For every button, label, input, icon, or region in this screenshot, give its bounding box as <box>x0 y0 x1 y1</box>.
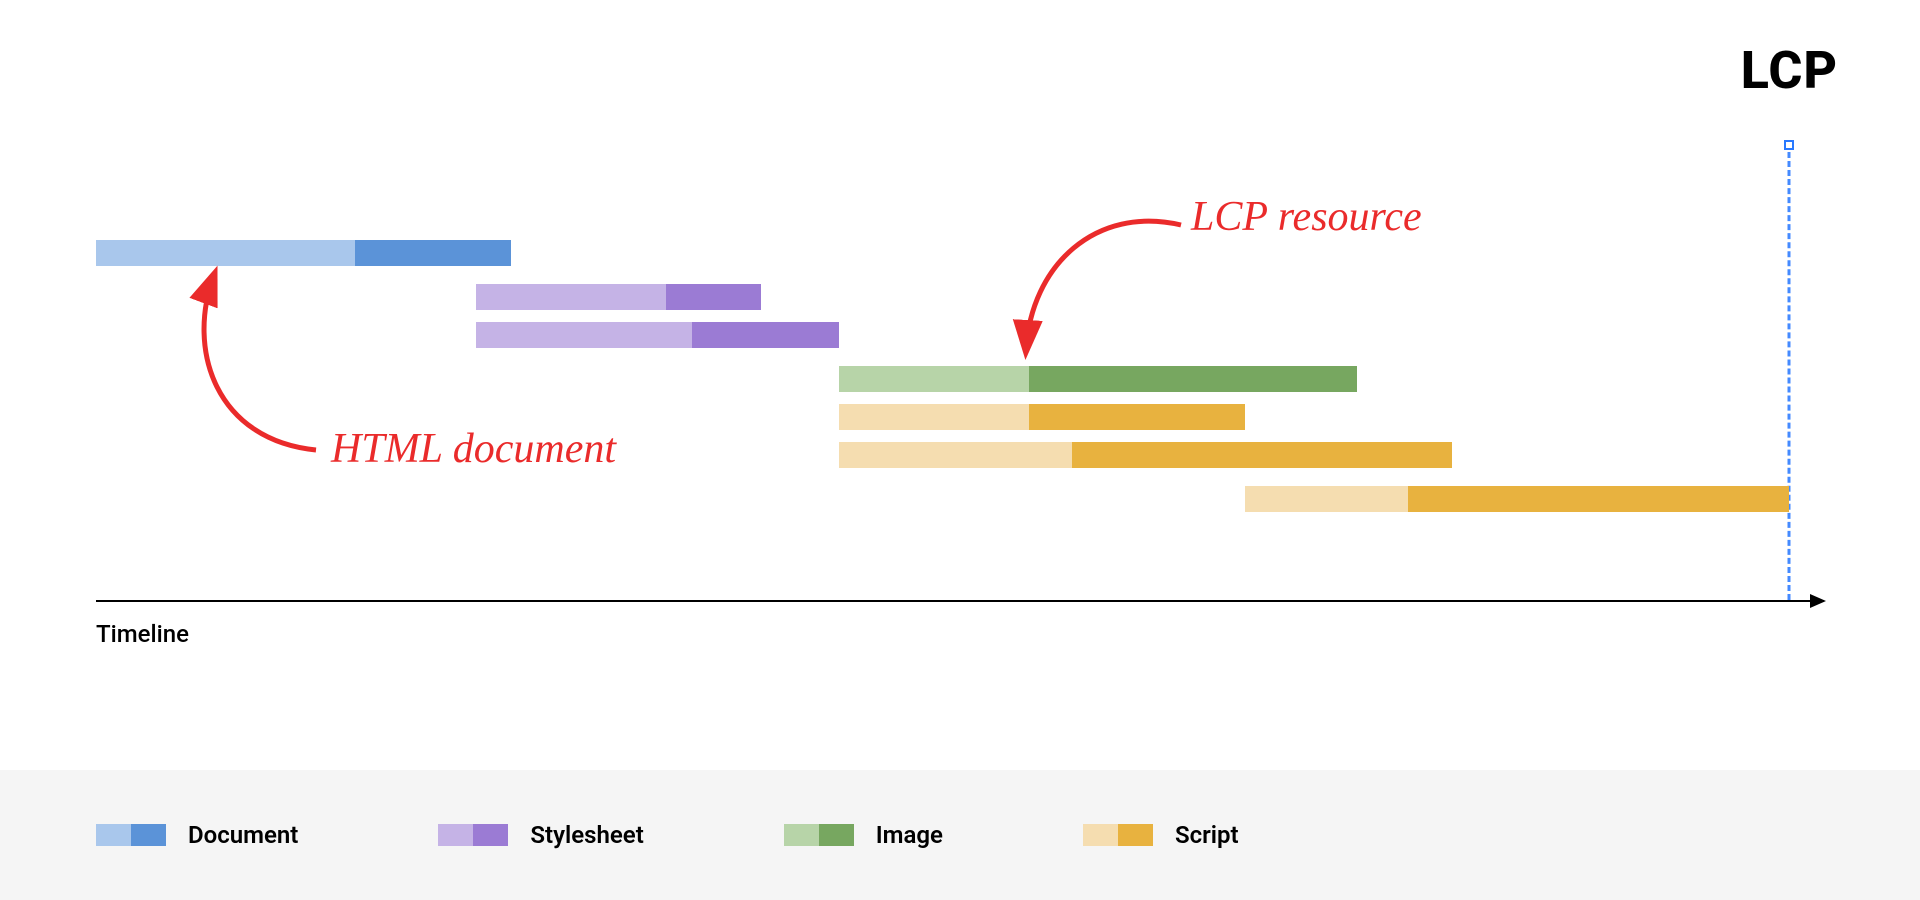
bar-script-3 <box>1245 486 1789 512</box>
legend-item-script: Script <box>1083 821 1239 849</box>
bar-image-lcp <box>839 366 1357 392</box>
legend-label: Stylesheet <box>530 821 643 849</box>
legend-item-document: Document <box>96 821 298 849</box>
lcp-dashed-line <box>1788 152 1791 600</box>
annotation-lcp-resource: LCP resource <box>1191 193 1422 241</box>
lcp-title: LCP <box>1741 40 1838 101</box>
timeline-axis-label: Timeline <box>96 620 189 648</box>
legend-item-image: Image <box>784 821 943 849</box>
lcp-marker-icon <box>1784 140 1794 150</box>
annotation-html-document: HTML document <box>331 425 616 473</box>
bar-stylesheet-2 <box>476 322 839 348</box>
legend-swatch-icon <box>1083 824 1153 846</box>
bar-script-1 <box>839 404 1245 430</box>
legend-item-stylesheet: Stylesheet <box>438 821 643 849</box>
timeline-axis <box>96 600 1824 602</box>
bar-stylesheet-1 <box>476 284 761 310</box>
bar-script-2 <box>839 442 1452 468</box>
legend: Document Stylesheet Image Script <box>0 770 1920 900</box>
legend-swatch-icon <box>96 824 166 846</box>
legend-label: Image <box>876 821 943 849</box>
waterfall-chart: LCP <box>96 100 1824 600</box>
bar-document <box>96 240 511 266</box>
legend-label: Document <box>188 821 298 849</box>
legend-swatch-icon <box>784 824 854 846</box>
legend-swatch-icon <box>438 824 508 846</box>
legend-label: Script <box>1175 821 1239 849</box>
